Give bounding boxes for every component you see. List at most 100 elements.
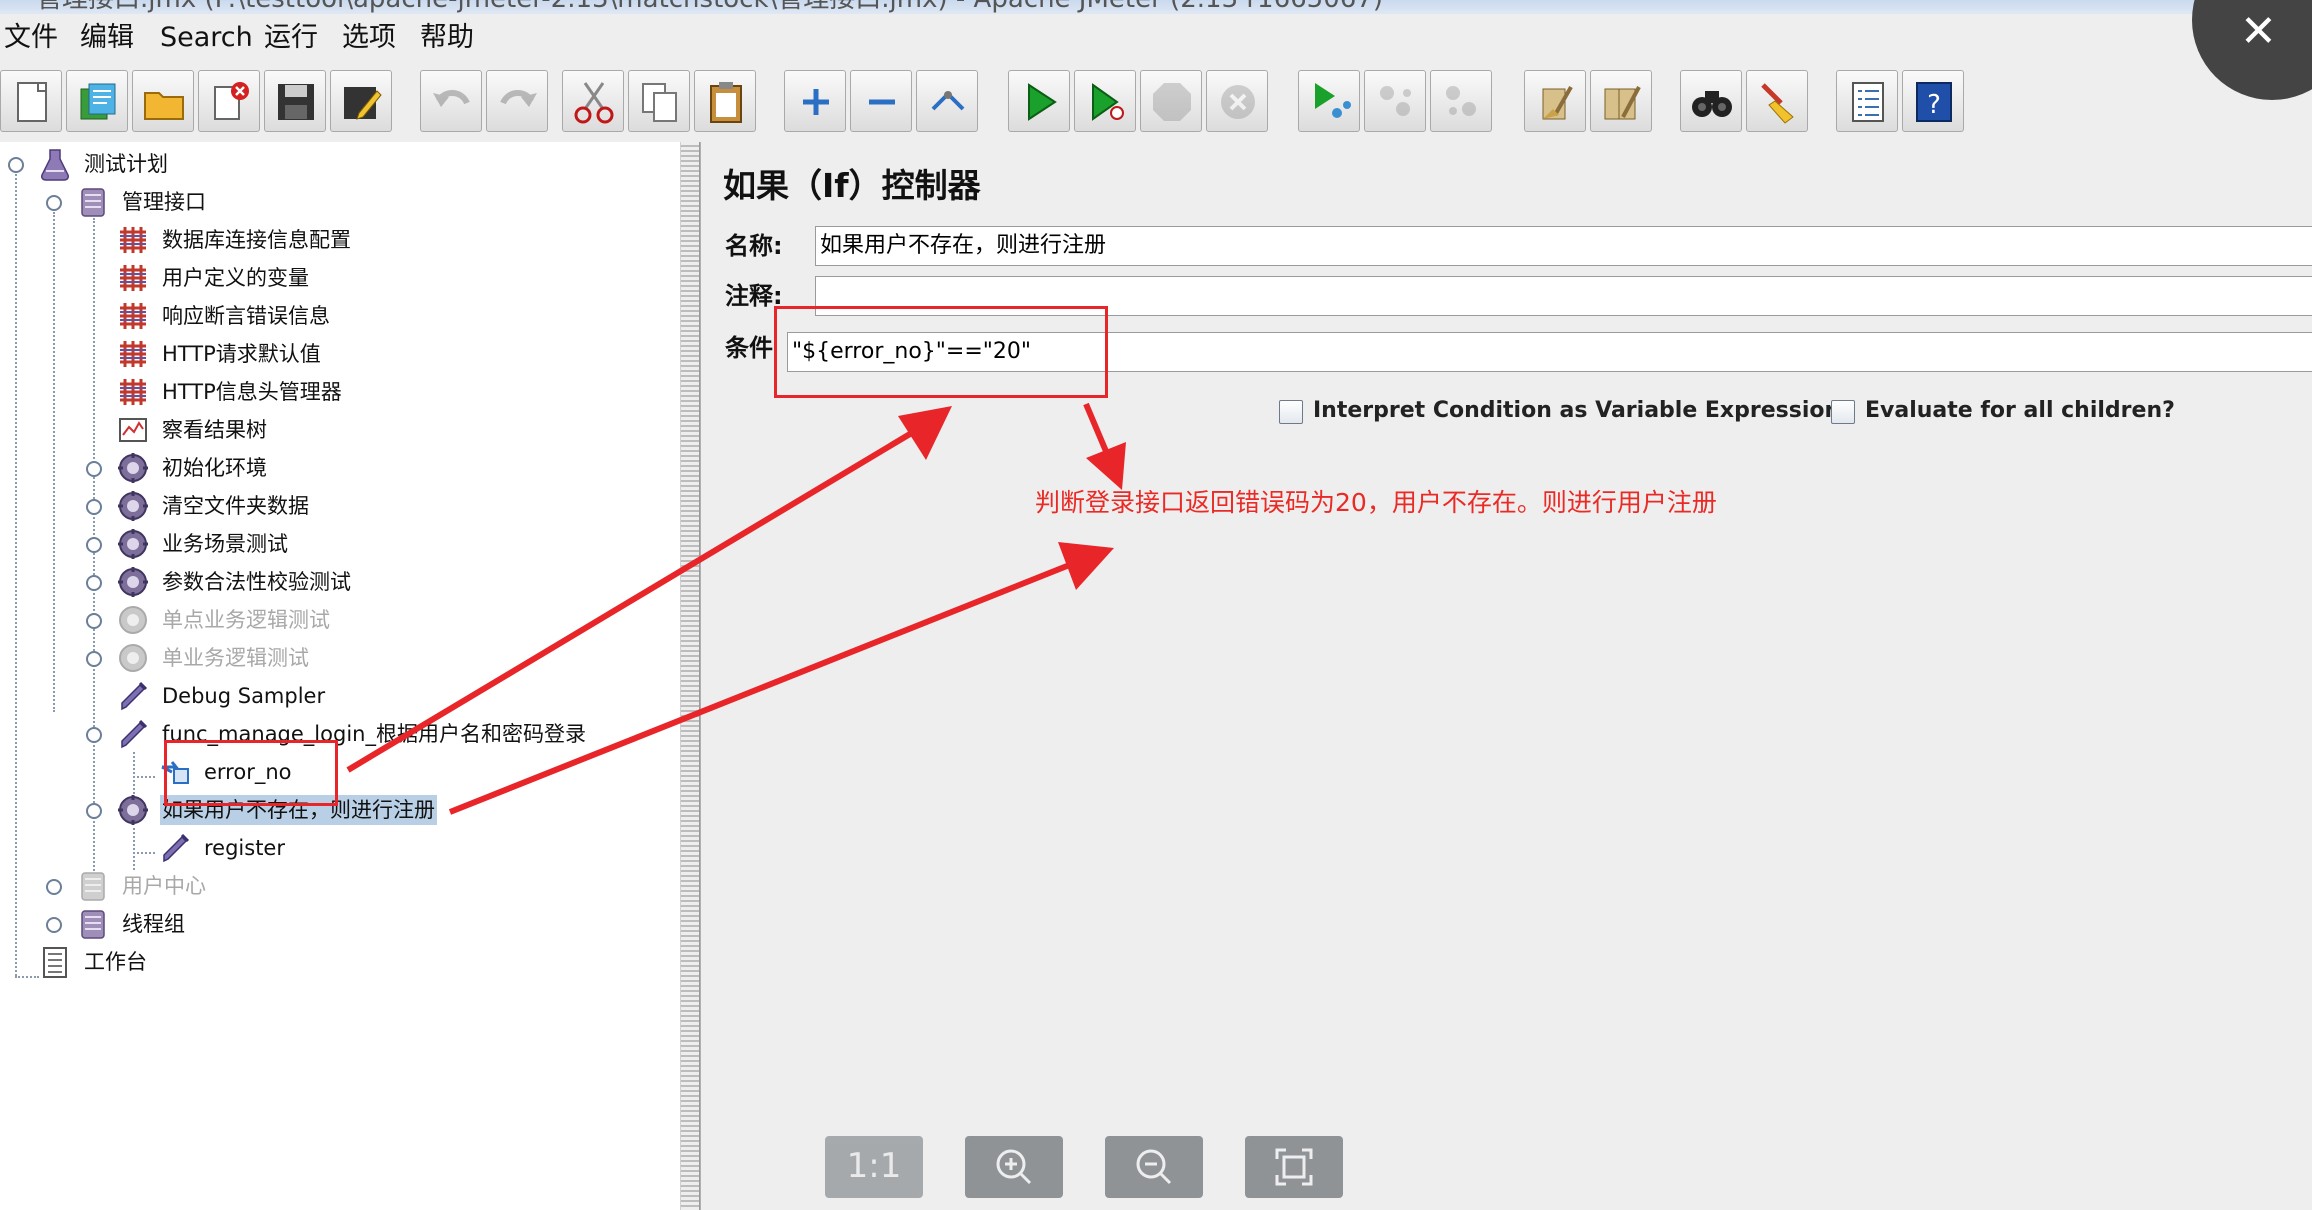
start-button[interactable] (1008, 70, 1070, 132)
collapse-all-button[interactable] (850, 70, 912, 132)
tree-node-thread-group-disabled[interactable]: 用户中心 (76, 868, 208, 904)
tree-node-label: Debug Sampler (162, 684, 326, 708)
tree-line (133, 852, 155, 854)
tree-node-controller[interactable]: 业务场景测试 (116, 526, 290, 562)
new-button[interactable] (0, 70, 62, 132)
tree-line (15, 976, 39, 978)
function-helper-button[interactable] (1836, 70, 1898, 132)
stop-button[interactable] (1140, 70, 1202, 132)
tree-toggle-handle[interactable] (46, 879, 62, 895)
zoom-out-button[interactable] (1105, 1136, 1203, 1198)
tree-toggle-handle[interactable] (8, 157, 24, 173)
tree-node-label: 用户中心 (122, 874, 206, 898)
controller-icon (118, 567, 148, 597)
tree-toggle-handle[interactable] (86, 499, 102, 515)
tree-node-thread-group[interactable]: 管理接口 (76, 184, 208, 220)
window-title: 管理接口.jmx (F:\testtool\apache-jmeter-2.13… (36, 0, 1383, 14)
test-plan-tree: 测试计划 管理接口 数据库连接信息配置 用户定义的变量 响应断言错误信息 HTT… (0, 142, 680, 1210)
tree-node-label: 管理接口 (122, 190, 206, 214)
tree-toggle-handle[interactable] (46, 195, 62, 211)
tree-toggle-handle[interactable] (86, 613, 102, 629)
close-file-button[interactable] (198, 70, 260, 132)
tree-line (133, 828, 135, 870)
controller-icon (119, 606, 147, 634)
templates-button[interactable] (66, 70, 128, 132)
tree-node-config-element[interactable]: 响应断言错误信息 (116, 298, 332, 334)
start-icon (1028, 83, 1057, 121)
start-no-pause-button[interactable] (1074, 70, 1136, 132)
remote-stop-button[interactable] (1364, 70, 1426, 132)
tree-node-config-element[interactable]: HTTP请求默认值 (116, 336, 323, 372)
fit-screen-button[interactable] (1245, 1136, 1343, 1198)
tree-toggle-handle[interactable] (86, 727, 102, 743)
remote-start-button[interactable] (1298, 70, 1360, 132)
tree-node-controller-disabled[interactable]: 单业务逻辑测试 (116, 640, 311, 676)
start-no-pause-icon (1092, 83, 1124, 121)
evaluate-all-children-checkbox[interactable] (1831, 400, 1855, 424)
menu-bar: 文件 编辑 Search 运行 选项 帮助 (0, 14, 2312, 64)
tree-toggle-handle[interactable] (46, 917, 62, 933)
name-field[interactable]: 如果用户不存在，则进行注册 (815, 226, 2312, 266)
help-icon: ? (1916, 82, 1952, 122)
tree-node-label: 清空文件夹数据 (162, 494, 309, 518)
help-button[interactable]: ? (1902, 70, 1964, 132)
tree-node-sampler[interactable]: register (158, 830, 287, 866)
tree-node-controller[interactable]: 清空文件夹数据 (116, 488, 311, 524)
undo-button[interactable] (420, 70, 482, 132)
config-element-icon (120, 303, 146, 329)
sampler-icon (121, 719, 148, 749)
copy-button[interactable] (628, 70, 690, 132)
menu-search[interactable]: Search (160, 20, 253, 56)
workbench-icon (43, 947, 67, 978)
menu-file[interactable]: 文件 (4, 20, 58, 56)
thread-group-icon (81, 188, 105, 217)
redo-icon (500, 90, 537, 107)
tree-node-sampler[interactable]: Debug Sampler (116, 678, 327, 714)
search-button[interactable] (1680, 70, 1742, 132)
tree-node-controller[interactable]: 参数合法性校验测试 (116, 564, 353, 600)
tree-node-listener[interactable]: 察看结果树 (116, 412, 269, 448)
tree-line (133, 752, 135, 794)
cut-button[interactable] (562, 70, 624, 132)
tree-node-config-element[interactable]: 数据库连接信息配置 (116, 222, 353, 258)
tree-node-config-element[interactable]: HTTP信息头管理器 (116, 374, 344, 410)
tree-toggle-handle[interactable] (86, 803, 102, 819)
menu-help[interactable]: 帮助 (420, 20, 474, 56)
shutdown-button[interactable] (1206, 70, 1268, 132)
save-button[interactable] (264, 70, 326, 132)
tree-node-test-plan[interactable]: 测试计划 (38, 146, 170, 182)
split-pane-divider[interactable] (680, 142, 700, 1210)
if-controller-panel: 如果（If）控制器 名称: 如果用户不存在，则进行注册 注释: 条件 "${er… (700, 142, 2312, 1210)
clear-button[interactable] (1524, 70, 1586, 132)
tree-node-controller[interactable]: 初始化环境 (116, 450, 269, 486)
interpret-condition-checkbox[interactable] (1279, 400, 1303, 424)
zoom-in-button[interactable] (965, 1136, 1063, 1198)
toggle-button[interactable] (916, 70, 978, 132)
menu-run[interactable]: 运行 (264, 20, 318, 56)
save-as-button[interactable] (330, 70, 392, 132)
listener-icon (119, 418, 147, 442)
tree-toggle-handle[interactable] (86, 461, 102, 477)
tree-node-workbench[interactable]: 工作台 (38, 944, 149, 980)
controller-icon (119, 644, 147, 672)
menu-options[interactable]: 选项 (342, 20, 396, 56)
reset-search-button[interactable] (1746, 70, 1808, 132)
tree-node-thread-group[interactable]: 线程组 (76, 906, 187, 942)
tree-node-label: 单业务逻辑测试 (162, 646, 309, 670)
redo-button[interactable] (486, 70, 548, 132)
remote-shutdown-button[interactable] (1430, 70, 1492, 132)
paste-icon (710, 82, 742, 123)
tree-node-config-element[interactable]: 用户定义的变量 (116, 260, 311, 296)
sampler-icon (163, 833, 190, 863)
expand-all-button[interactable] (784, 70, 846, 132)
tree-toggle-handle[interactable] (86, 575, 102, 591)
open-button[interactable] (132, 70, 194, 132)
clear-all-button[interactable] (1590, 70, 1652, 132)
actual-size-button[interactable]: 1:1 (825, 1136, 923, 1198)
stop-icon (1153, 83, 1191, 121)
tree-toggle-handle[interactable] (86, 651, 102, 667)
tree-toggle-handle[interactable] (86, 537, 102, 553)
menu-edit[interactable]: 编辑 (80, 20, 134, 56)
paste-button[interactable] (694, 70, 756, 132)
tree-node-controller-disabled[interactable]: 单点业务逻辑测试 (116, 602, 332, 638)
